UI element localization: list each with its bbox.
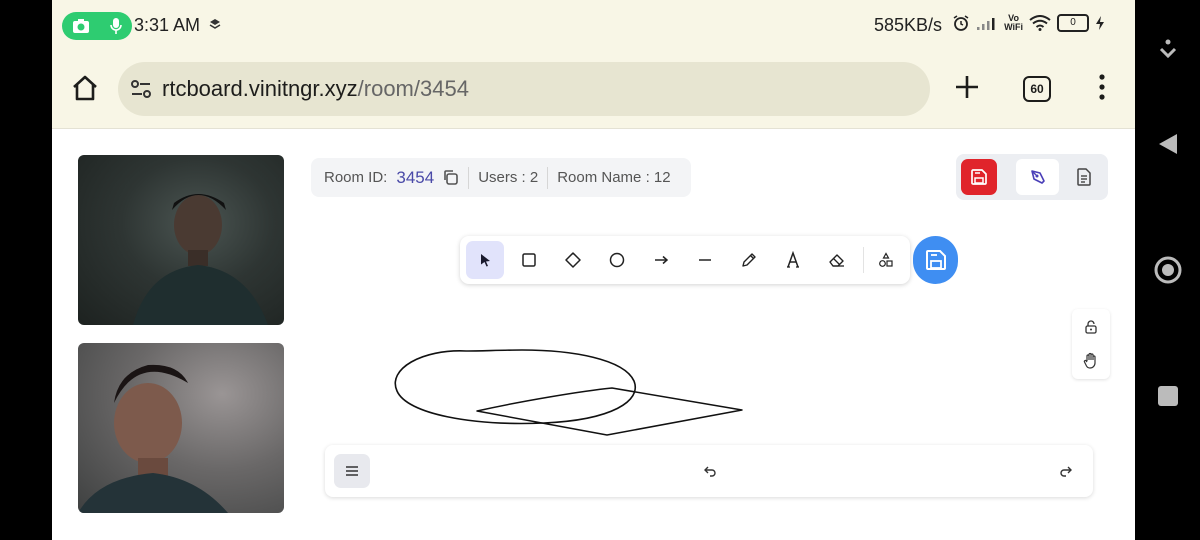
battery-icon: 0 xyxy=(1057,14,1089,32)
tab-switcher-button[interactable]: 60 xyxy=(1023,76,1051,102)
status-bar: 3:31 AM 585KB/s Vo WiFi 0 xyxy=(52,0,1135,50)
unlock-button[interactable] xyxy=(1081,317,1101,337)
clock: 3:31 AM xyxy=(134,15,201,35)
tool-more-shapes[interactable] xyxy=(867,241,905,279)
line-icon xyxy=(699,259,711,261)
home-circle-icon xyxy=(1154,256,1181,284)
alarm-icon xyxy=(953,15,969,31)
browser-chrome: 3:31 AM 585KB/s Vo WiFi 0 rtcboard.vinit… xyxy=(52,0,1135,129)
recents-square-icon xyxy=(1157,386,1178,406)
toolbar-divider xyxy=(863,247,864,273)
hamburger-icon xyxy=(346,466,358,476)
undo-icon xyxy=(704,466,716,477)
eraser-icon xyxy=(829,254,844,267)
microphone-icon xyxy=(110,18,122,34)
video-feed-remote[interactable] xyxy=(78,343,284,513)
hand-icon xyxy=(1083,352,1096,369)
network-speed: 585KB/s xyxy=(873,15,942,35)
more-menu-icon[interactable] xyxy=(1092,72,1112,102)
participant-silhouette-icon xyxy=(133,194,268,325)
phone-screen: 3:31 AM 585KB/s Vo WiFi 0 rtcboard.vinit… xyxy=(52,0,1135,540)
shapes-icon xyxy=(879,252,893,267)
tool-line[interactable] xyxy=(686,241,724,279)
home-icon[interactable] xyxy=(70,73,100,103)
pencil-icon xyxy=(742,253,756,267)
pan-button[interactable] xyxy=(1081,351,1101,371)
layers-icon xyxy=(209,19,221,29)
main-menu-button[interactable] xyxy=(334,454,370,488)
room-info-bar: Room ID: 3454 Users : 2 Room Name : 12 xyxy=(311,158,691,197)
signal-icon xyxy=(977,18,995,30)
redo-button[interactable] xyxy=(1055,460,1077,482)
document-button[interactable] xyxy=(1066,159,1102,195)
divider xyxy=(547,166,549,189)
bottom-bar xyxy=(325,445,1093,497)
tool-draw[interactable] xyxy=(730,241,768,279)
rectangle-icon xyxy=(522,253,536,267)
status-icons: Vo WiFi 0 xyxy=(952,14,1105,32)
copy-icon[interactable] xyxy=(442,169,459,186)
tool-eraser[interactable] xyxy=(818,241,856,279)
pen-nib-icon xyxy=(1030,170,1045,184)
room-name: Room Name : 12 xyxy=(557,169,671,186)
url-bar[interactable]: rtcboard.vinitngr.xyz/room/3454 xyxy=(118,62,930,116)
back-triangle-icon xyxy=(1158,134,1177,154)
divider xyxy=(468,166,470,189)
unlock-icon xyxy=(1085,320,1097,334)
tool-text[interactable] xyxy=(774,241,812,279)
notification-pull-button[interactable] xyxy=(1135,38,1200,62)
draw-mode-button[interactable] xyxy=(1016,159,1059,195)
tool-diamond[interactable] xyxy=(554,241,592,279)
address-bar-row: rtcboard.vinitngr.xyz/room/3454 60 xyxy=(52,60,1135,118)
top-right-actions xyxy=(956,154,1108,200)
circle-icon xyxy=(609,252,625,268)
text-icon xyxy=(787,251,799,268)
tool-ellipse[interactable] xyxy=(598,241,636,279)
save-icon xyxy=(971,169,987,185)
vowifi-indicator: Vo WiFi xyxy=(1004,13,1023,32)
save-icon xyxy=(925,250,946,270)
document-icon xyxy=(1077,168,1091,186)
pointer-icon xyxy=(481,254,490,267)
url-host: rtcboard.vinitngr.xyz xyxy=(162,76,358,101)
drawn-diamond xyxy=(476,387,743,436)
tool-rectangle[interactable] xyxy=(510,241,548,279)
room-id-value: 3454 xyxy=(396,167,435,187)
diamond-icon xyxy=(565,252,581,268)
users-count: Users : 2 xyxy=(478,169,539,186)
drawing-toolbar xyxy=(460,236,910,284)
tool-select[interactable] xyxy=(466,241,504,279)
save-drawing-button[interactable] xyxy=(913,236,958,284)
whiteboard-page: Room ID: 3454 Users : 2 Room Name : 12 xyxy=(52,129,1135,540)
drawn-ellipse xyxy=(394,349,637,425)
chevron-down-icon xyxy=(1159,39,1176,59)
site-settings-icon[interactable] xyxy=(130,79,152,99)
undo-button[interactable] xyxy=(699,460,721,482)
home-nav-button[interactable] xyxy=(1135,254,1200,286)
tool-arrow[interactable] xyxy=(642,241,680,279)
recording-indicator[interactable] xyxy=(62,12,132,40)
wifi-icon xyxy=(1029,15,1051,31)
room-id-label: Room ID: xyxy=(324,169,388,186)
recents-button[interactable] xyxy=(1135,384,1200,408)
camera-icon xyxy=(73,19,89,33)
participant-silhouette-icon xyxy=(78,364,228,513)
arrow-right-icon xyxy=(655,255,669,265)
video-feed-local[interactable] xyxy=(78,155,284,325)
url-path: /room/3454 xyxy=(357,76,469,101)
redo-icon xyxy=(1060,466,1072,477)
android-nav-bar xyxy=(1135,0,1200,540)
save-board-button[interactable] xyxy=(961,159,997,195)
new-tab-icon[interactable] xyxy=(952,72,982,102)
charging-icon xyxy=(1096,16,1104,30)
canvas-side-controls xyxy=(1072,309,1110,379)
back-button[interactable] xyxy=(1135,130,1200,158)
